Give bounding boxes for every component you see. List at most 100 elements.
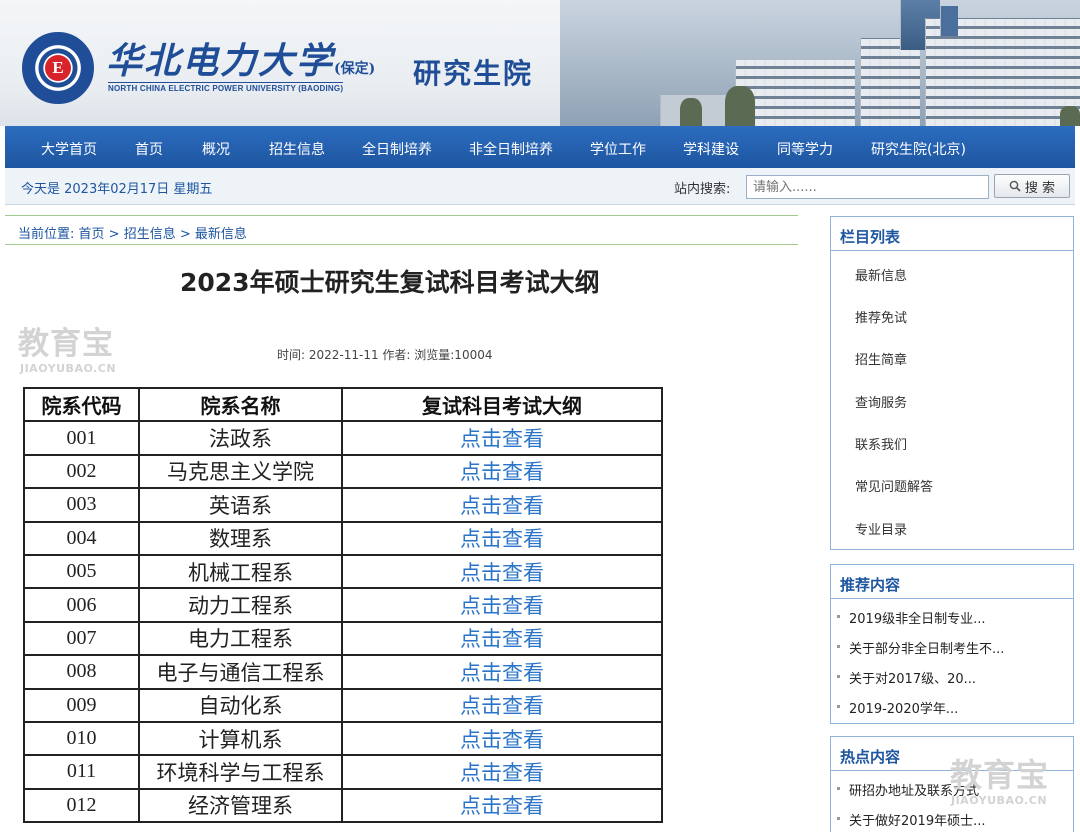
nav-item-discipline[interactable]: 学科建设	[683, 139, 739, 159]
view-syllabus-link[interactable]: 点击查看	[341, 587, 663, 623]
view-syllabus-link[interactable]: 点击查看	[341, 687, 663, 723]
breadcrumb-item-home[interactable]: 首页	[79, 227, 105, 242]
watermark-text-en: JIAOYUBAO.CN	[20, 362, 117, 375]
sidebar-item-brochure[interactable]: 招生简章	[855, 349, 907, 368]
campus-photo	[560, 0, 1080, 126]
sidebar-item-exempt[interactable]: 推荐免试	[855, 307, 907, 326]
table-row: 008 电子与通信工程系 点击查看	[23, 654, 663, 690]
current-date: 今天是 2023年02月17日 星期五	[21, 182, 213, 197]
dept-code: 002	[23, 453, 140, 490]
dept-name: 数理系	[138, 520, 343, 556]
dept-name: 马克思主义学院	[138, 453, 343, 490]
table-row: 004 数理系 点击查看	[23, 520, 663, 556]
search-label: 站内搜索:	[674, 182, 731, 197]
syllabus-table: 院系代码 院系名称 复试科目考试大纲 001 法政系 点击查看 002 马克思主义学院…	[23, 386, 663, 824]
dept-name: 英语系	[138, 487, 343, 523]
recommended-link[interactable]: 2019-2020学年...	[849, 698, 958, 717]
nav-item-home[interactable]: 首页	[135, 139, 163, 159]
dept-code: 007	[23, 620, 140, 657]
bullet-icon	[837, 817, 840, 820]
breadcrumb-bar: 当前位置: 首页 > 招生信息 > 最新信息	[5, 215, 798, 245]
table-header-row: 院系代码 院系名称 复试科目考试大纲	[23, 386, 663, 423]
column-header-dept: 院系名称	[138, 386, 343, 423]
search-button-label: 搜 索	[1024, 180, 1056, 196]
hot-link[interactable]: 关于做好2019年硕士...	[849, 810, 985, 829]
watermark-text: 教育宝	[950, 756, 1050, 794]
view-syllabus-link[interactable]: 点击查看	[341, 720, 663, 757]
dept-code: 004	[23, 520, 140, 556]
nav-item-equivalent[interactable]: 同等学力	[777, 139, 833, 159]
search-icon	[1009, 180, 1021, 192]
bullet-icon	[837, 645, 840, 648]
view-syllabus-link[interactable]: 点击查看	[341, 553, 663, 590]
column-list-box: 栏目列表 最新信息 推荐免试 招生简章 查询服务 联系我们 常见问题解答 专业目…	[830, 216, 1074, 550]
column-header-code: 院系代码	[23, 386, 140, 423]
view-syllabus-link[interactable]: 点击查看	[341, 754, 663, 790]
university-name-en: NORTH CHINA ELECTRIC POWER UNIVERSITY (B…	[108, 82, 344, 93]
dept-code: 008	[23, 654, 140, 690]
view-syllabus-link[interactable]: 点击查看	[341, 487, 663, 523]
recommended-header: 推荐内容	[831, 565, 1073, 599]
logo-letter: E	[45, 55, 71, 81]
table-row: 003 英语系 点击查看	[23, 487, 663, 523]
watermark-text-en: JIAOYUBAO.CN	[951, 794, 1048, 807]
nav-item-overview[interactable]: 概况	[202, 139, 230, 159]
recommended-link[interactable]: 关于部分非全日制考生不...	[849, 638, 1004, 657]
university-logo[interactable]: E	[22, 32, 94, 104]
search-input[interactable]	[746, 175, 989, 199]
sidebar-item-catalog[interactable]: 专业目录	[855, 519, 907, 538]
university-name-cn: 华北电力大学	[106, 40, 335, 82]
view-syllabus-link[interactable]: 点击查看	[341, 420, 663, 456]
dept-code: 011	[23, 754, 140, 790]
breadcrumb-separator: >	[175, 227, 195, 242]
nav-item-university-home[interactable]: 大学首页	[41, 139, 97, 159]
table-row: 002 马克思主义学院 点击查看	[23, 453, 663, 490]
search-button[interactable]: 搜 索	[994, 174, 1070, 198]
dept-code: 012	[23, 787, 140, 824]
dept-name: 计算机系	[138, 720, 343, 757]
recommended-link[interactable]: 2019级非全日制专业...	[849, 608, 985, 627]
breadcrumb-prefix: 当前位置:	[18, 227, 79, 242]
dept-code: 006	[23, 587, 140, 623]
breadcrumb-separator: >	[104, 227, 124, 242]
nav-item-beijing[interactable]: 研究生院(北京)	[871, 139, 966, 159]
nav-item-degree[interactable]: 学位工作	[590, 139, 646, 159]
dept-name: 动力工程系	[138, 587, 343, 623]
sidebar-item-query[interactable]: 查询服务	[855, 392, 907, 411]
bullet-icon	[837, 675, 840, 678]
view-syllabus-link[interactable]: 点击查看	[341, 787, 663, 824]
recommended-link[interactable]: 关于对2017级、20...	[849, 668, 976, 687]
view-syllabus-link[interactable]: 点击查看	[341, 520, 663, 556]
nav-item-admission[interactable]: 招生信息	[269, 139, 325, 159]
bullet-icon	[837, 615, 840, 618]
dept-name: 机械工程系	[138, 553, 343, 590]
table-row: 005 机械工程系 点击查看	[23, 553, 663, 590]
breadcrumb-item-latest[interactable]: 最新信息	[195, 227, 247, 242]
sidebar-item-contact[interactable]: 联系我们	[855, 434, 907, 453]
dept-name: 自动化系	[138, 687, 343, 723]
dept-code: 010	[23, 720, 140, 757]
dept-name: 电子与通信工程系	[138, 654, 343, 690]
nav-item-part-time[interactable]: 非全日制培养	[469, 139, 553, 159]
table-row: 012 经济管理系 点击查看	[23, 787, 663, 824]
table-row: 001 法政系 点击查看	[23, 420, 663, 456]
dept-code: 009	[23, 687, 140, 723]
column-list-title: 栏目列表	[840, 228, 901, 246]
bullet-icon	[837, 787, 840, 790]
nav-item-full-time[interactable]: 全日制培养	[362, 139, 432, 159]
breadcrumb-item-admission[interactable]: 招生信息	[124, 227, 176, 242]
table-row: 009 自动化系 点击查看	[23, 687, 663, 723]
main-nav: 大学首页 首页 概况 招生信息 全日制培养 非全日制培养 学位工作 学科建设 同…	[5, 126, 1075, 168]
table-row: 010 计算机系 点击查看	[23, 720, 663, 757]
university-name: 华北电力大学(保定)	[106, 32, 375, 84]
table-row: 006 动力工程系 点击查看	[23, 587, 663, 623]
view-syllabus-link[interactable]: 点击查看	[341, 620, 663, 657]
sidebar-item-latest[interactable]: 最新信息	[855, 265, 907, 284]
table-row: 007 电力工程系 点击查看	[23, 620, 663, 657]
table-row: 011 环境科学与工程系 点击查看	[23, 754, 663, 790]
dept-name: 法政系	[138, 420, 343, 456]
bullet-icon	[837, 705, 840, 708]
sidebar-item-faq[interactable]: 常见问题解答	[855, 476, 933, 495]
view-syllabus-link[interactable]: 点击查看	[341, 453, 663, 490]
view-syllabus-link[interactable]: 点击查看	[341, 654, 663, 690]
